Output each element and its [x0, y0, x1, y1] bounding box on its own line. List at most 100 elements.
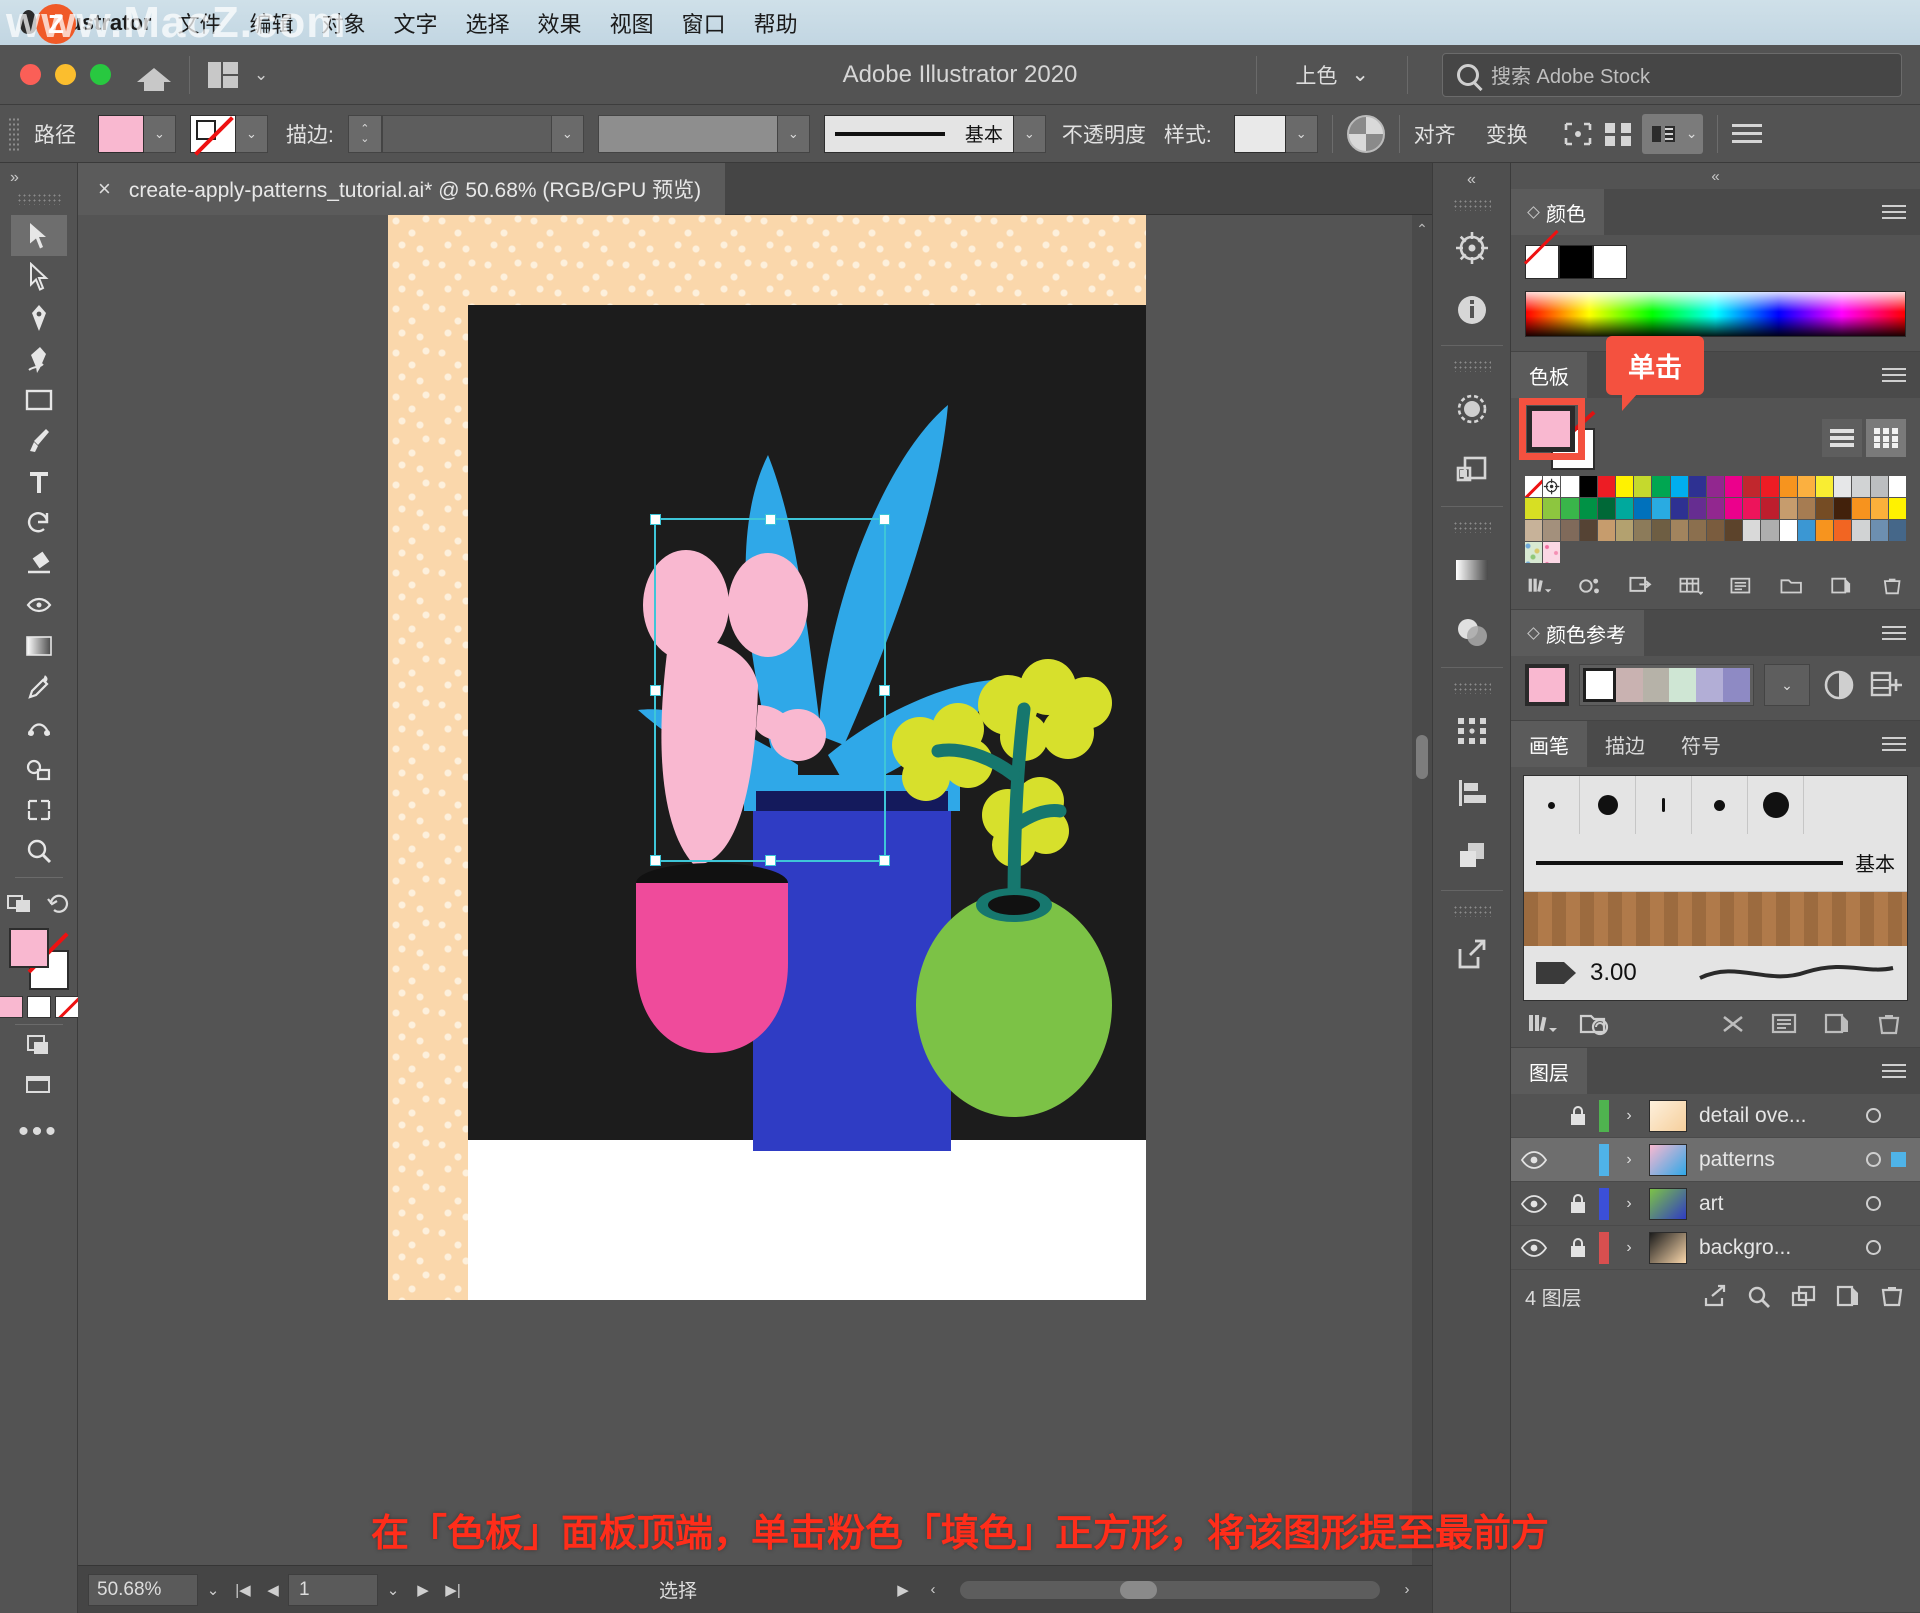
swatches-footer[interactable]: [1511, 563, 1920, 609]
close-window-button[interactable]: [20, 64, 41, 85]
harmony-swatch[interactable]: [1583, 668, 1616, 702]
rail-grip[interactable]: [1453, 360, 1491, 372]
swatch-cell[interactable]: [1743, 476, 1760, 497]
pen-tool[interactable]: [11, 297, 67, 338]
paintbrush-tool[interactable]: [11, 420, 67, 461]
swatch-cell[interactable]: [1871, 520, 1888, 541]
swatch-cell[interactable]: [1889, 520, 1906, 541]
swatch-cell[interactable]: [1725, 498, 1742, 519]
new-sublayer-icon[interactable]: [1790, 1284, 1818, 1308]
color-wheel-icon[interactable]: [1820, 667, 1858, 703]
remove-brush-icon[interactable]: [1718, 1011, 1748, 1037]
grid-view-icon[interactable]: [1866, 419, 1906, 457]
collect-export-icon[interactable]: [1702, 1284, 1730, 1308]
swatch-cell[interactable]: [1598, 476, 1615, 497]
swatch-cell[interactable]: [1761, 476, 1778, 497]
home-icon[interactable]: [137, 60, 171, 90]
delete-layer-icon[interactable]: [1878, 1284, 1906, 1308]
page-dropdown-icon[interactable]: ⌄: [378, 1574, 408, 1606]
zoom-dropdown-icon[interactable]: ⌄: [198, 1574, 228, 1606]
harmony-swatch[interactable]: [1723, 668, 1750, 702]
swatch-cell[interactable]: [1543, 498, 1560, 519]
vertical-scrollbar[interactable]: ⌃: [1412, 215, 1432, 1565]
tab-symbols[interactable]: 符号: [1663, 721, 1739, 767]
swatches-panel-menu-icon[interactable]: [1882, 368, 1906, 382]
variable-width-dropdown-icon[interactable]: ⌄: [778, 115, 810, 153]
gradient-button[interactable]: [27, 996, 51, 1018]
tab-color-guide[interactable]: 颜色参考: [1511, 610, 1644, 656]
swatch-cell[interactable]: [1889, 476, 1906, 497]
layers-panel-menu-icon[interactable]: [1882, 1064, 1906, 1078]
layer-visibility-toggle[interactable]: [1511, 1151, 1557, 1169]
swatch-cell[interactable]: [1525, 476, 1542, 497]
swatch-cell[interactable]: [1543, 476, 1560, 497]
swatch-cell[interactable]: [1816, 498, 1833, 519]
swatch-cell[interactable]: [1525, 520, 1542, 541]
rail-grip[interactable]: [1453, 521, 1491, 533]
menu-file[interactable]: 文件: [177, 7, 221, 39]
brush-charcoal-preview[interactable]: [1524, 892, 1907, 946]
page-number-field[interactable]: 1: [288, 1574, 378, 1606]
swatch-cell[interactable]: [1743, 520, 1760, 541]
swatch-cell[interactable]: [1780, 520, 1797, 541]
edit-toolbar-icon[interactable]: •••: [18, 1115, 59, 1149]
tab-layers[interactable]: 图层: [1511, 1048, 1587, 1094]
swatch-cell[interactable]: [1798, 498, 1815, 519]
swatch-cell[interactable]: [1652, 498, 1669, 519]
swatch-cell[interactable]: [1616, 498, 1633, 519]
width-tool[interactable]: [11, 584, 67, 625]
first-page-button[interactable]: |◀: [228, 1574, 258, 1606]
swatch-cell[interactable]: [1725, 476, 1742, 497]
arrange-documents-icon[interactable]: [208, 62, 238, 88]
transparency-icon[interactable]: [1442, 601, 1502, 663]
stroke-weight-stepper[interactable]: ⌃⌄: [348, 115, 382, 153]
swatch-cell[interactable]: [1816, 476, 1833, 497]
menu-effect[interactable]: 效果: [538, 7, 582, 39]
harmony-swatch[interactable]: [1669, 668, 1696, 702]
swatch-cell[interactable]: [1671, 520, 1688, 541]
layer-target-icon[interactable]: [1866, 1152, 1881, 1167]
color-none-swatch[interactable]: [1525, 245, 1559, 279]
swatch-cell[interactable]: [1689, 476, 1706, 497]
swatch-cell[interactable]: [1834, 498, 1851, 519]
panel-menu-icon[interactable]: [1732, 105, 1762, 162]
brushes-panel-menu-icon[interactable]: [1882, 737, 1906, 751]
new-swatch-folder-icon[interactable]: [1779, 573, 1803, 599]
swatch-cell[interactable]: [1634, 520, 1651, 541]
rail-grip[interactable]: [1453, 905, 1491, 917]
menu-select[interactable]: 选择: [466, 7, 510, 39]
align-panel-icon[interactable]: [1442, 762, 1502, 824]
harmony-swatch[interactable]: [1643, 668, 1670, 702]
swatch-cell[interactable]: [1852, 476, 1869, 497]
delete-swatch-icon[interactable]: [1880, 573, 1904, 599]
swatch-cell[interactable]: [1634, 498, 1651, 519]
scroll-right-icon[interactable]: ›: [1392, 1574, 1422, 1606]
swatches-view-buttons[interactable]: [1822, 419, 1906, 457]
fill-indicator[interactable]: [9, 928, 49, 968]
swatch-cell[interactable]: [1689, 498, 1706, 519]
rail-grip[interactable]: [1453, 199, 1491, 211]
layer-expand-icon[interactable]: ›: [1609, 1195, 1649, 1213]
export-icon[interactable]: [1442, 923, 1502, 985]
variable-width-field[interactable]: [598, 115, 778, 153]
scroll-up-icon[interactable]: ⌃: [1412, 221, 1432, 238]
swatch-cell[interactable]: [1761, 498, 1778, 519]
brush-dot-4[interactable]: [1692, 776, 1748, 834]
swatch-cell[interactable]: [1634, 476, 1651, 497]
color-guide-menu-icon[interactable]: [1882, 626, 1906, 640]
brush-definition-field[interactable]: 基本: [824, 115, 1014, 153]
color-white-swatch[interactable]: [1593, 245, 1627, 279]
color-black-swatch[interactable]: [1559, 245, 1593, 279]
blend-tool[interactable]: [11, 707, 67, 748]
layer-expand-icon[interactable]: ›: [1609, 1239, 1649, 1257]
harmony-swatch[interactable]: [1616, 668, 1643, 702]
menu-help[interactable]: 帮助: [754, 7, 798, 39]
swatch-cell[interactable]: [1725, 520, 1742, 541]
tab-swatches[interactable]: 色板: [1511, 352, 1587, 398]
brush-dot-3[interactable]: [1636, 776, 1692, 834]
swatch-cell[interactable]: [1525, 498, 1542, 519]
new-group-icon[interactable]: [1678, 573, 1702, 599]
swatch-cell[interactable]: [1561, 476, 1578, 497]
type-tool[interactable]: [11, 461, 67, 502]
swatch-cell[interactable]: [1652, 476, 1669, 497]
